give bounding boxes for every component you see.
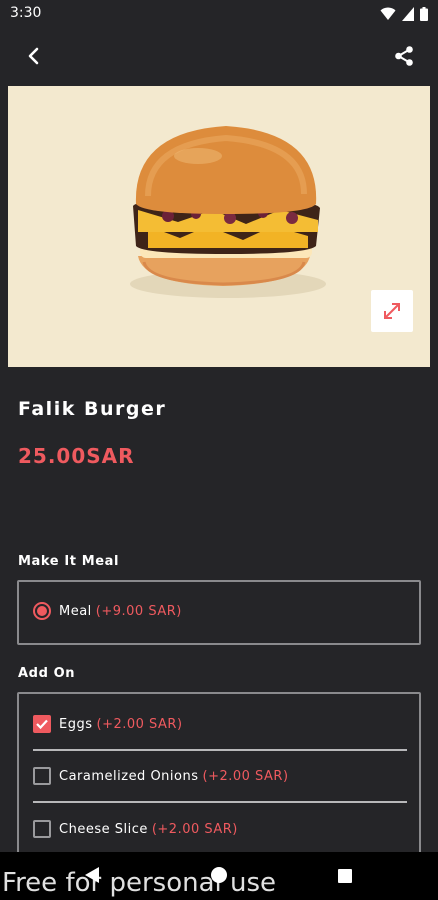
addon-price: (+2.00 SAR) bbox=[202, 768, 289, 784]
addon-option-cheese-slice[interactable]: Cheese Slice (+2.00 SAR) bbox=[33, 820, 238, 838]
addon-option-caramelized-onions[interactable]: Caramelized Onions (+2.00 SAR) bbox=[33, 767, 289, 785]
back-arrow-icon bbox=[28, 47, 39, 65]
share-icon bbox=[395, 46, 413, 66]
divider bbox=[33, 801, 407, 803]
meal-option-label: Meal bbox=[59, 603, 92, 619]
meal-option-price: (+9.00 SAR) bbox=[95, 603, 182, 619]
addon-label: Caramelized Onions bbox=[59, 768, 199, 784]
share-button[interactable] bbox=[388, 40, 420, 72]
addon-options-box: Eggs (+2.00 SAR) Caramelized Onions (+2.… bbox=[17, 692, 421, 862]
addon-price: (+2.00 SAR) bbox=[151, 821, 238, 837]
addon-label: Eggs bbox=[59, 716, 93, 732]
product-image bbox=[8, 86, 430, 367]
product-price: 25.00SAR bbox=[18, 444, 135, 468]
signal-icon bbox=[402, 6, 414, 25]
meal-options-box: Meal (+9.00 SAR) bbox=[17, 580, 421, 645]
addon-section-title: Add On bbox=[18, 666, 76, 681]
battery-icon bbox=[420, 6, 428, 25]
burger-photo bbox=[130, 126, 326, 298]
checkbox[interactable] bbox=[33, 820, 51, 838]
divider bbox=[33, 749, 407, 751]
back-button[interactable] bbox=[18, 40, 50, 72]
checkmark-icon bbox=[36, 719, 48, 730]
status-icons bbox=[380, 6, 428, 25]
watermark-text: Free for personal use bbox=[2, 868, 277, 898]
checkbox[interactable] bbox=[33, 715, 51, 733]
status-time: 3:30 bbox=[10, 5, 42, 21]
status-bar: 3:30 bbox=[0, 0, 438, 28]
wifi-icon bbox=[380, 6, 396, 25]
radio-button[interactable] bbox=[33, 602, 51, 620]
meal-section-title: Make It Meal bbox=[18, 554, 120, 569]
nav-recents-button[interactable] bbox=[338, 868, 352, 887]
top-app-bar bbox=[0, 36, 438, 76]
nav-recents-icon bbox=[338, 869, 352, 883]
addon-label: Cheese Slice bbox=[59, 821, 148, 837]
product-name: Falik Burger bbox=[18, 398, 167, 420]
checkbox[interactable] bbox=[33, 767, 51, 785]
addon-price: (+2.00 SAR) bbox=[96, 716, 183, 732]
addon-option-eggs[interactable]: Eggs (+2.00 SAR) bbox=[33, 715, 183, 733]
expand-icon bbox=[384, 303, 400, 319]
meal-option[interactable]: Meal (+9.00 SAR) bbox=[33, 602, 182, 620]
radio-selected-dot bbox=[37, 606, 47, 616]
expand-image-button[interactable] bbox=[371, 290, 413, 332]
